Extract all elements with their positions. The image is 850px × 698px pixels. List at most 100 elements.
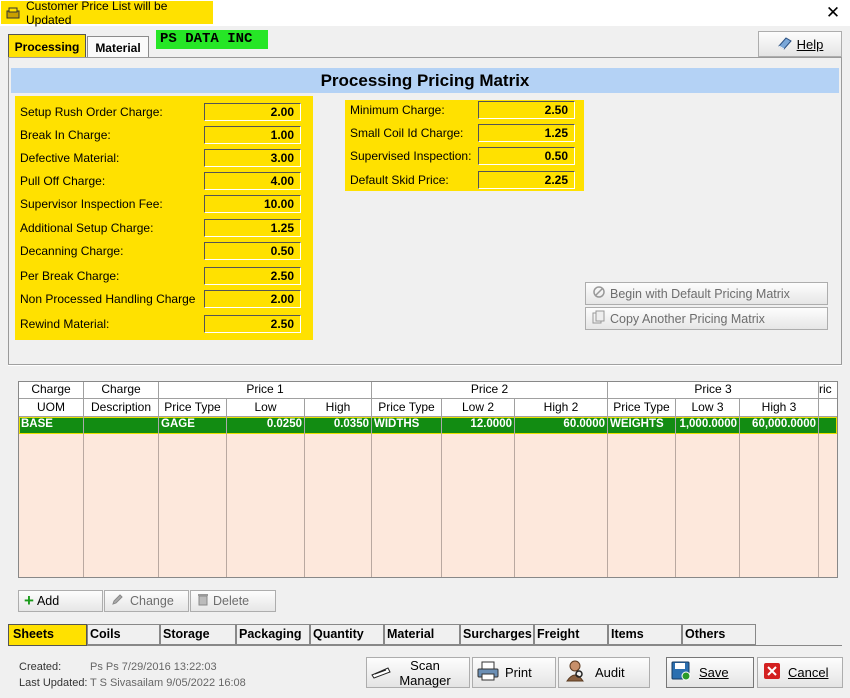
app-icon <box>6 7 20 19</box>
field-row: Defective Material: 3.00 <box>20 148 310 168</box>
bottom-tab[interactable]: Sheets <box>8 624 87 646</box>
field-value-input[interactable]: 1.00 <box>204 126 301 144</box>
grid-column-header[interactable]: High 2 <box>515 399 608 417</box>
bottom-tab[interactable]: Coils <box>87 624 160 645</box>
save-button[interactable]: Save <box>666 657 754 688</box>
bottom-tab[interactable]: Surcharges <box>460 624 534 645</box>
field-row: Rewind Material: 2.50 <box>20 314 310 334</box>
field-value-input[interactable]: 0.50 <box>204 242 301 260</box>
bottom-tab[interactable]: Others <box>682 624 756 645</box>
bottom-tab[interactable]: Material <box>384 624 460 645</box>
grid-column-line <box>514 434 515 577</box>
help-label: Help <box>796 36 824 52</box>
grid-column-header[interactable]: Low 3 <box>676 399 740 417</box>
print-button[interactable]: Print <box>472 657 556 688</box>
field-label: Rewind Material: <box>20 317 110 331</box>
grid-column-header[interactable]: Low <box>227 399 305 417</box>
table-cell: 0.0250 <box>227 417 305 434</box>
table-cell: 60.0000 <box>515 417 608 434</box>
close-icon[interactable]: ✕ <box>822 3 844 23</box>
field-label: Break In Charge: <box>20 128 111 142</box>
field-value-input[interactable]: 2.00 <box>204 103 301 121</box>
cancel-button[interactable]: Cancel <box>757 657 843 688</box>
bottom-tab[interactable]: Freight <box>534 624 608 645</box>
bottom-tab-label: Sheets <box>13 627 54 641</box>
field-value-input[interactable]: 2.50 <box>204 315 301 333</box>
grid-column-header[interactable]: Low 2 <box>442 399 515 417</box>
add-button[interactable]: + Add <box>18 590 103 612</box>
grid-column-header[interactable]: Price Type <box>372 399 442 417</box>
bottom-tab-label: Others <box>685 627 726 641</box>
window-title-text: Customer Price List will be Updated <box>26 0 168 27</box>
grid-column-header[interactable]: High 3 <box>740 399 819 417</box>
table-cell: WEIGHTS <box>608 417 676 434</box>
grid-column-header[interactable]: High <box>305 399 372 417</box>
help-book-icon <box>777 36 793 53</box>
field-label: Minimum Charge: <box>350 103 445 117</box>
updated-value: T S Sivasailam 9/05/2022 16:08 <box>90 677 246 689</box>
field-value-input[interactable]: 4.00 <box>204 172 301 190</box>
grid-column-line <box>818 434 819 577</box>
bottom-tab-label: Items <box>611 627 644 641</box>
audit-label: Audit <box>595 665 625 680</box>
grid-group-header: ric <box>819 382 837 399</box>
updated-label: Last Updated: <box>19 677 88 689</box>
field-row: Decanning Charge: 0.50 <box>20 241 310 261</box>
begin-default-label: Begin with Default Pricing Matrix <box>610 286 790 301</box>
tab-strip-line <box>8 645 842 646</box>
field-label: Per Break Charge: <box>20 269 120 283</box>
grid-column-header[interactable]: Description <box>84 399 159 417</box>
field-value-input[interactable]: 1.25 <box>204 219 301 237</box>
grid-column-line <box>158 434 159 577</box>
grid-column-line <box>226 434 227 577</box>
grid-column-header[interactable]: UOM <box>19 399 84 417</box>
field-value-input[interactable]: 2.50 <box>478 101 575 119</box>
table-cell: GAGE <box>159 417 227 434</box>
table-cell <box>819 417 837 434</box>
field-value-input[interactable]: 2.00 <box>204 290 301 308</box>
grid-column-line <box>83 434 84 577</box>
field-label: Default Skid Price: <box>350 173 449 187</box>
delete-button[interactable]: Delete <box>190 590 276 612</box>
audit-button[interactable]: Audit <box>558 657 650 688</box>
field-value-input[interactable]: 1.25 <box>478 124 575 142</box>
field-value-input[interactable]: 0.50 <box>478 147 575 165</box>
help-button[interactable]: Help <box>758 31 842 57</box>
bottom-tab[interactable]: Storage <box>160 624 236 645</box>
bottom-tab-label: Freight <box>537 627 580 641</box>
grid-column-header[interactable]: Price Type <box>608 399 676 417</box>
auditor-icon <box>565 660 585 685</box>
printer-icon <box>477 661 499 684</box>
pencil-icon <box>111 593 124 609</box>
bottom-tab[interactable]: Items <box>608 624 682 645</box>
field-row: Non Processed Handling Charge 2.00 <box>20 289 310 309</box>
field-label: Non Processed Handling Charge <box>20 292 196 306</box>
grid-column-header[interactable] <box>819 399 837 417</box>
field-label: Additional Setup Charge: <box>20 221 154 235</box>
created-value: Ps Ps 7/29/2016 13:22:03 <box>90 661 217 673</box>
grid-column-line <box>304 434 305 577</box>
pencil-disabled-icon <box>592 285 606 302</box>
table-cell: 60,000.0000 <box>740 417 819 434</box>
bottom-tab[interactable]: Packaging <box>236 624 310 645</box>
scan-manager-button[interactable]: Scan Manager <box>366 657 470 688</box>
begin-default-matrix-button[interactable]: Begin with Default Pricing Matrix <box>585 282 828 305</box>
cancel-x-icon <box>764 663 780 682</box>
company-name: PS DATA INC <box>156 30 268 49</box>
copy-matrix-button[interactable]: Copy Another Pricing Matrix <box>585 307 828 330</box>
pricing-grid[interactable]: Charge Charge Price 1 Price 2 Price 3 ri… <box>18 381 838 578</box>
grid-column-header[interactable]: Price Type <box>159 399 227 417</box>
field-value-input[interactable]: 2.50 <box>204 267 301 285</box>
bottom-tab[interactable]: Quantity <box>310 624 384 645</box>
field-value-input[interactable]: 3.00 <box>204 149 301 167</box>
change-label: Change <box>130 594 174 608</box>
grid-group-header: Price 3 <box>608 382 819 399</box>
tab-processing[interactable]: Processing <box>8 34 86 58</box>
tab-material[interactable]: Material <box>87 36 149 58</box>
field-label: Decanning Charge: <box>20 244 124 258</box>
change-button[interactable]: Change <box>104 590 189 612</box>
field-value-input[interactable]: 2.25 <box>478 171 575 189</box>
grid-column-line <box>675 434 676 577</box>
table-cell <box>84 417 159 434</box>
field-value-input[interactable]: 10.00 <box>204 195 301 213</box>
